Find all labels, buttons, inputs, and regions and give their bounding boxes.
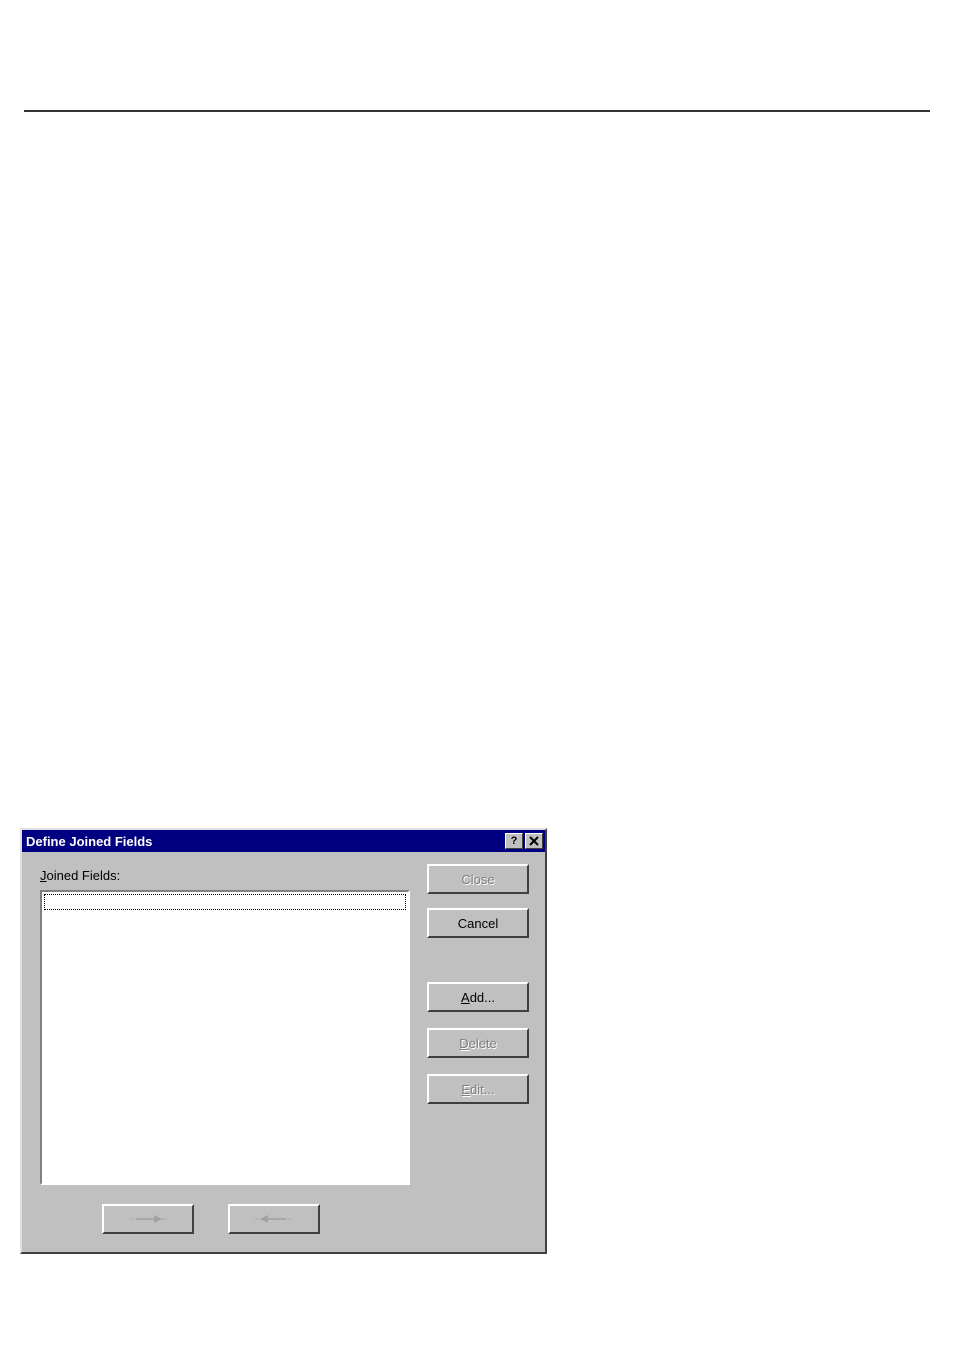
arrow-right-icon: [126, 1212, 170, 1226]
cancel-button[interactable]: Cancel: [427, 908, 529, 938]
close-icon[interactable]: [525, 833, 543, 849]
arrow-left-icon: [252, 1212, 296, 1226]
dialog-body: Joined Fields: Close Cancel Add... Delet…: [22, 852, 545, 1252]
define-joined-fields-dialog: Define Joined Fields ? Joined Fields: Cl…: [20, 828, 547, 1254]
listbox-focus-row: [44, 894, 406, 910]
edit-button[interactable]: Edit...: [427, 1074, 529, 1104]
titlebar-buttons: ?: [503, 833, 543, 849]
close-button[interactable]: Close: [427, 864, 529, 894]
move-left-button[interactable]: [228, 1204, 320, 1234]
dialog-titlebar: Define Joined Fields ?: [22, 830, 545, 852]
delete-button[interactable]: Delete: [427, 1028, 529, 1058]
horizontal-rule: [24, 110, 930, 112]
move-right-button[interactable]: [102, 1204, 194, 1234]
help-icon[interactable]: ?: [505, 833, 523, 849]
add-button[interactable]: Add...: [427, 982, 529, 1012]
reorder-buttons: [102, 1204, 320, 1234]
joined-fields-listbox[interactable]: [40, 890, 410, 1185]
joined-fields-label: Joined Fields:: [40, 868, 120, 883]
dialog-title: Define Joined Fields: [26, 834, 503, 849]
